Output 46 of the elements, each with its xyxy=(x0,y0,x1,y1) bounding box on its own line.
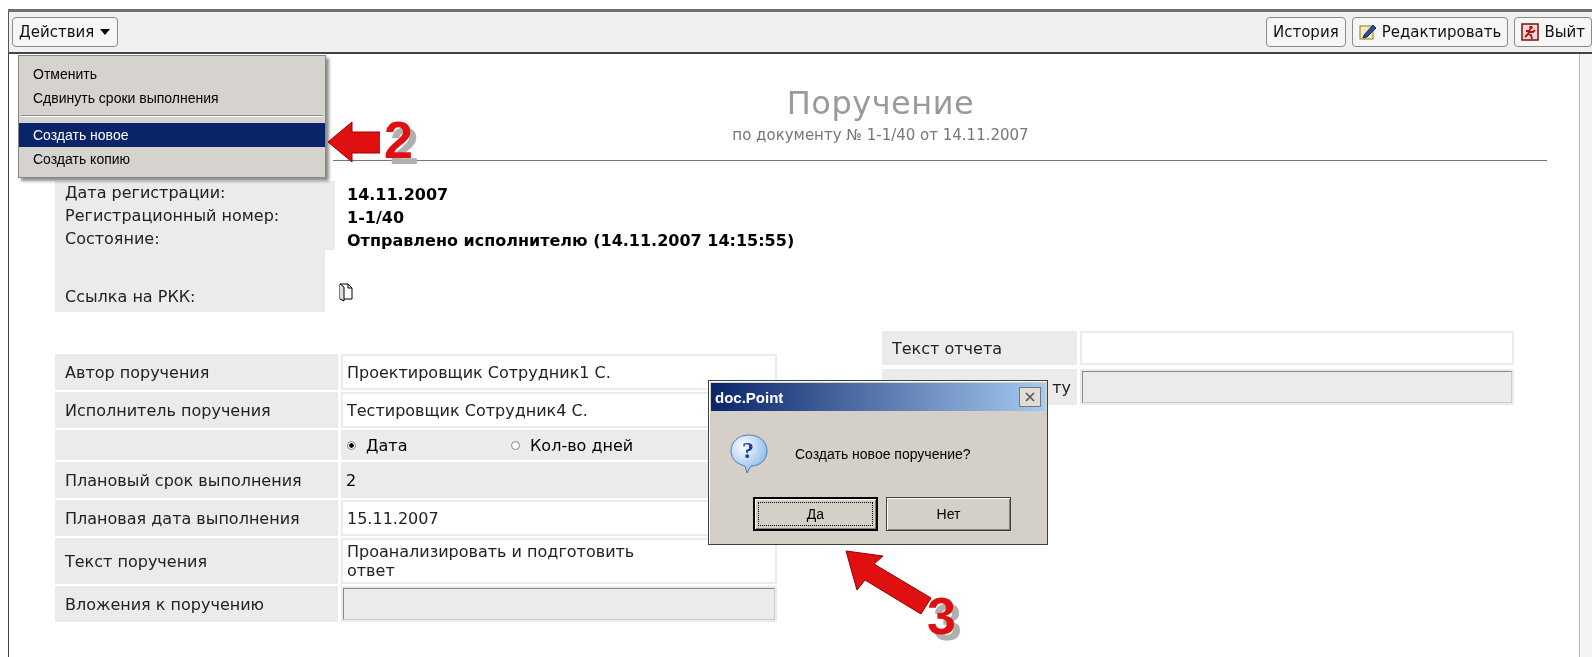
menu-item[interactable]: Сдвинуть сроки выполнения xyxy=(19,86,325,110)
field-label: Автор поручения xyxy=(65,362,210,382)
text-field[interactable]: Проектировщик Сотрудник1 С. xyxy=(343,356,775,388)
field-label: Вложения к поручению xyxy=(65,594,265,614)
field-value: 14.11.2007 xyxy=(347,185,449,204)
menu-item[interactable]: Создать копию xyxy=(19,147,325,171)
field-label: Текст поручения xyxy=(65,551,208,571)
step-number: 3 xyxy=(927,592,956,640)
field-value: 1-1/40 xyxy=(347,208,404,227)
running-figure-icon xyxy=(1521,23,1540,41)
dialog-message: Создать новое поручение? xyxy=(795,446,971,462)
document-link-icon[interactable] xyxy=(337,282,355,302)
field-label: Состояние: xyxy=(55,227,335,250)
step-number: 2 xyxy=(384,116,413,164)
field-label: Плановая дата выполнения xyxy=(65,508,300,528)
close-icon xyxy=(1024,391,1036,403)
field-value: Отправлено исполнителю (14.11.2007 14:15:55) xyxy=(347,231,795,250)
field-value: 2 xyxy=(345,470,357,490)
scrollbar[interactable] xyxy=(1579,54,1592,657)
field-label: Дата регистрации: xyxy=(55,181,335,204)
document-subtitle: по документу № 1-1/40 от 14.11.2007 xyxy=(732,126,1029,144)
radio-button[interactable]: Дата xyxy=(343,435,507,455)
attachment-field[interactable] xyxy=(343,588,775,620)
field-label: Текст отчета xyxy=(892,338,1002,358)
text-field[interactable]: Проанализировать и подготовить ответ xyxy=(343,540,775,582)
radio-button[interactable]: Кол-во дней xyxy=(507,435,671,455)
field-label: Регистрационный номер: xyxy=(55,204,335,227)
menu-item[interactable]: Создать новое xyxy=(19,123,325,147)
field-label: Исполнитель поручения xyxy=(65,400,271,420)
attachment-field[interactable] xyxy=(1082,371,1512,403)
yes-button[interactable]: Да xyxy=(753,497,878,531)
menu-item[interactable]: Отменить xyxy=(19,62,325,86)
field-label: Плановый срок выполнения xyxy=(65,470,302,490)
speech-bubble-icon xyxy=(729,433,769,475)
caret-icon xyxy=(99,27,112,37)
no-button[interactable]: Нет xyxy=(886,497,1011,531)
actions-button[interactable]: Действия xyxy=(12,17,119,47)
edit-button[interactable]: Редактировать xyxy=(1351,17,1509,47)
exit-button[interactable]: Выйт xyxy=(1514,17,1592,47)
question-mark: ? xyxy=(742,437,754,463)
close-button[interactable] xyxy=(1019,387,1041,407)
document-title: Поручение xyxy=(786,84,975,122)
edit-icon xyxy=(1358,23,1377,41)
history-button[interactable]: История xyxy=(1266,17,1346,47)
field-label: ту xyxy=(1052,377,1071,397)
field-label: Ссылка на РКК: xyxy=(55,250,325,312)
